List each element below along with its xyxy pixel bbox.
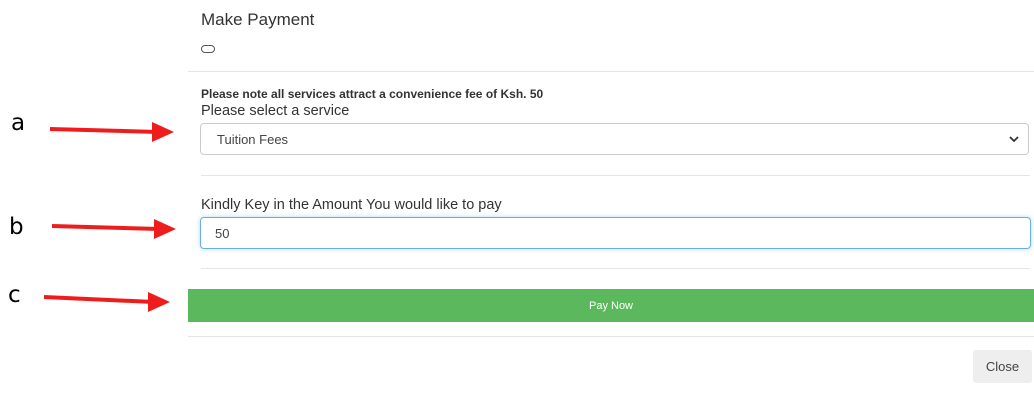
modal-title: Make Payment — [201, 10, 315, 29]
annotation-arrow-b — [51, 219, 176, 239]
annotation-letter-a: a — [11, 110, 26, 136]
annotation-letter-b: b — [9, 214, 24, 240]
annotation-letter-c: c — [8, 282, 21, 308]
pay-now-button[interactable]: Pay Now — [188, 289, 1034, 322]
amount-input-value: 50 — [215, 225, 230, 241]
amount-input[interactable]: 50 — [200, 217, 1031, 249]
service-divider — [201, 175, 1030, 176]
close-button[interactable]: Close — [973, 350, 1032, 383]
service-label: Please select a service — [201, 103, 350, 119]
chevron-down-icon — [1008, 133, 1020, 148]
annotation-arrow-a — [49, 122, 174, 142]
header-divider — [188, 71, 1034, 72]
footer-divider — [188, 336, 1034, 337]
amount-label: Kindly Key in the Amount You would like … — [201, 197, 502, 213]
service-select-value: Tuition Fees — [217, 131, 289, 147]
collapse-pill-icon[interactable] — [201, 45, 215, 53]
annotation-arrow-c — [43, 292, 170, 312]
fee-note: Please note all services attract a conve… — [201, 87, 544, 101]
amount-divider — [201, 268, 1030, 269]
service-select[interactable]: Tuition Fees — [200, 123, 1029, 155]
